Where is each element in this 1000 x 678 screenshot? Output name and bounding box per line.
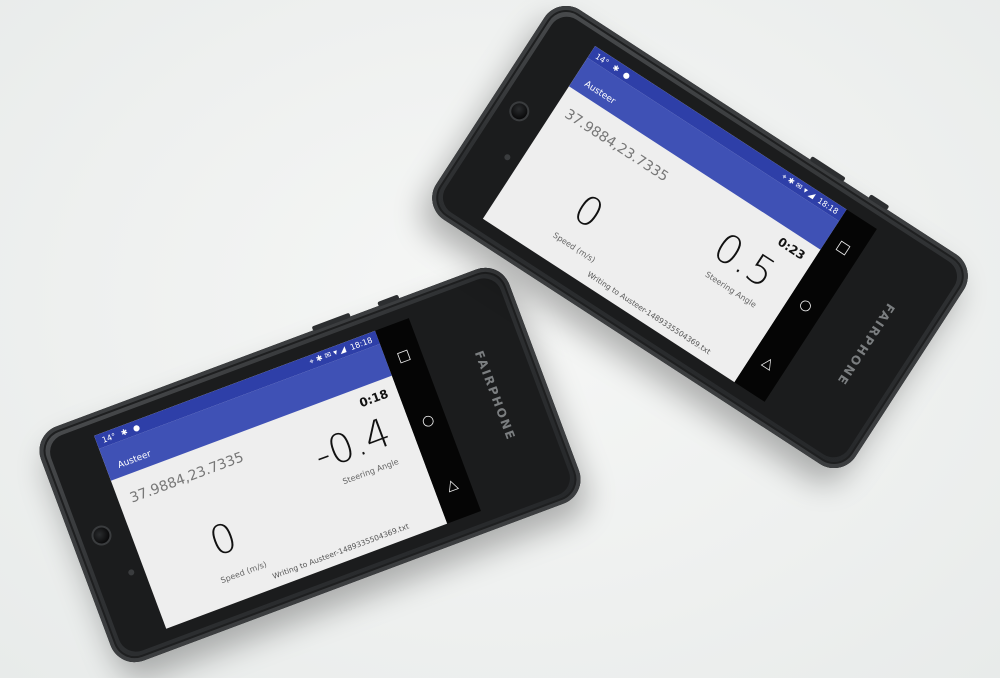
back-button[interactable]: ◁ xyxy=(759,354,778,372)
speed-value: 0 xyxy=(565,185,612,239)
back-button[interactable]: ◁ xyxy=(443,477,462,493)
writing-status: Writing to Austeer-1489335504369.txt xyxy=(585,269,713,357)
speed-label: Speed (m/s) xyxy=(551,230,597,265)
bluetooth-icon: ✱ xyxy=(119,426,129,438)
app-title: Austeer xyxy=(116,449,153,471)
status-bar: 14° ✱ ● ⌖ ✱ ✉ ▾ ◢ 18:18 xyxy=(587,46,847,222)
power-button[interactable] xyxy=(377,294,400,307)
power-button[interactable] xyxy=(868,194,890,211)
phone-left: FAIRPHONE 14° ✱ ● ⌖ ✱ ✉ ▾ ◢ 18:18 Austee… xyxy=(32,260,588,670)
notification-icon: ● xyxy=(131,422,142,433)
app-title: Austeer xyxy=(582,79,617,107)
notification-icon: ● xyxy=(621,69,633,81)
home-button[interactable]: ○ xyxy=(419,411,436,430)
timer: 0:18 xyxy=(357,386,391,411)
speed-value: 0 xyxy=(203,514,244,567)
recent-apps-button[interactable]: □ xyxy=(395,347,413,367)
speed-label: Speed (m/s) xyxy=(219,559,269,586)
recent-apps-button[interactable]: □ xyxy=(833,238,853,259)
bluetooth-icon: ✱ xyxy=(610,62,622,74)
home-button[interactable]: ○ xyxy=(796,296,815,316)
app-bar: Austeer xyxy=(568,57,840,250)
